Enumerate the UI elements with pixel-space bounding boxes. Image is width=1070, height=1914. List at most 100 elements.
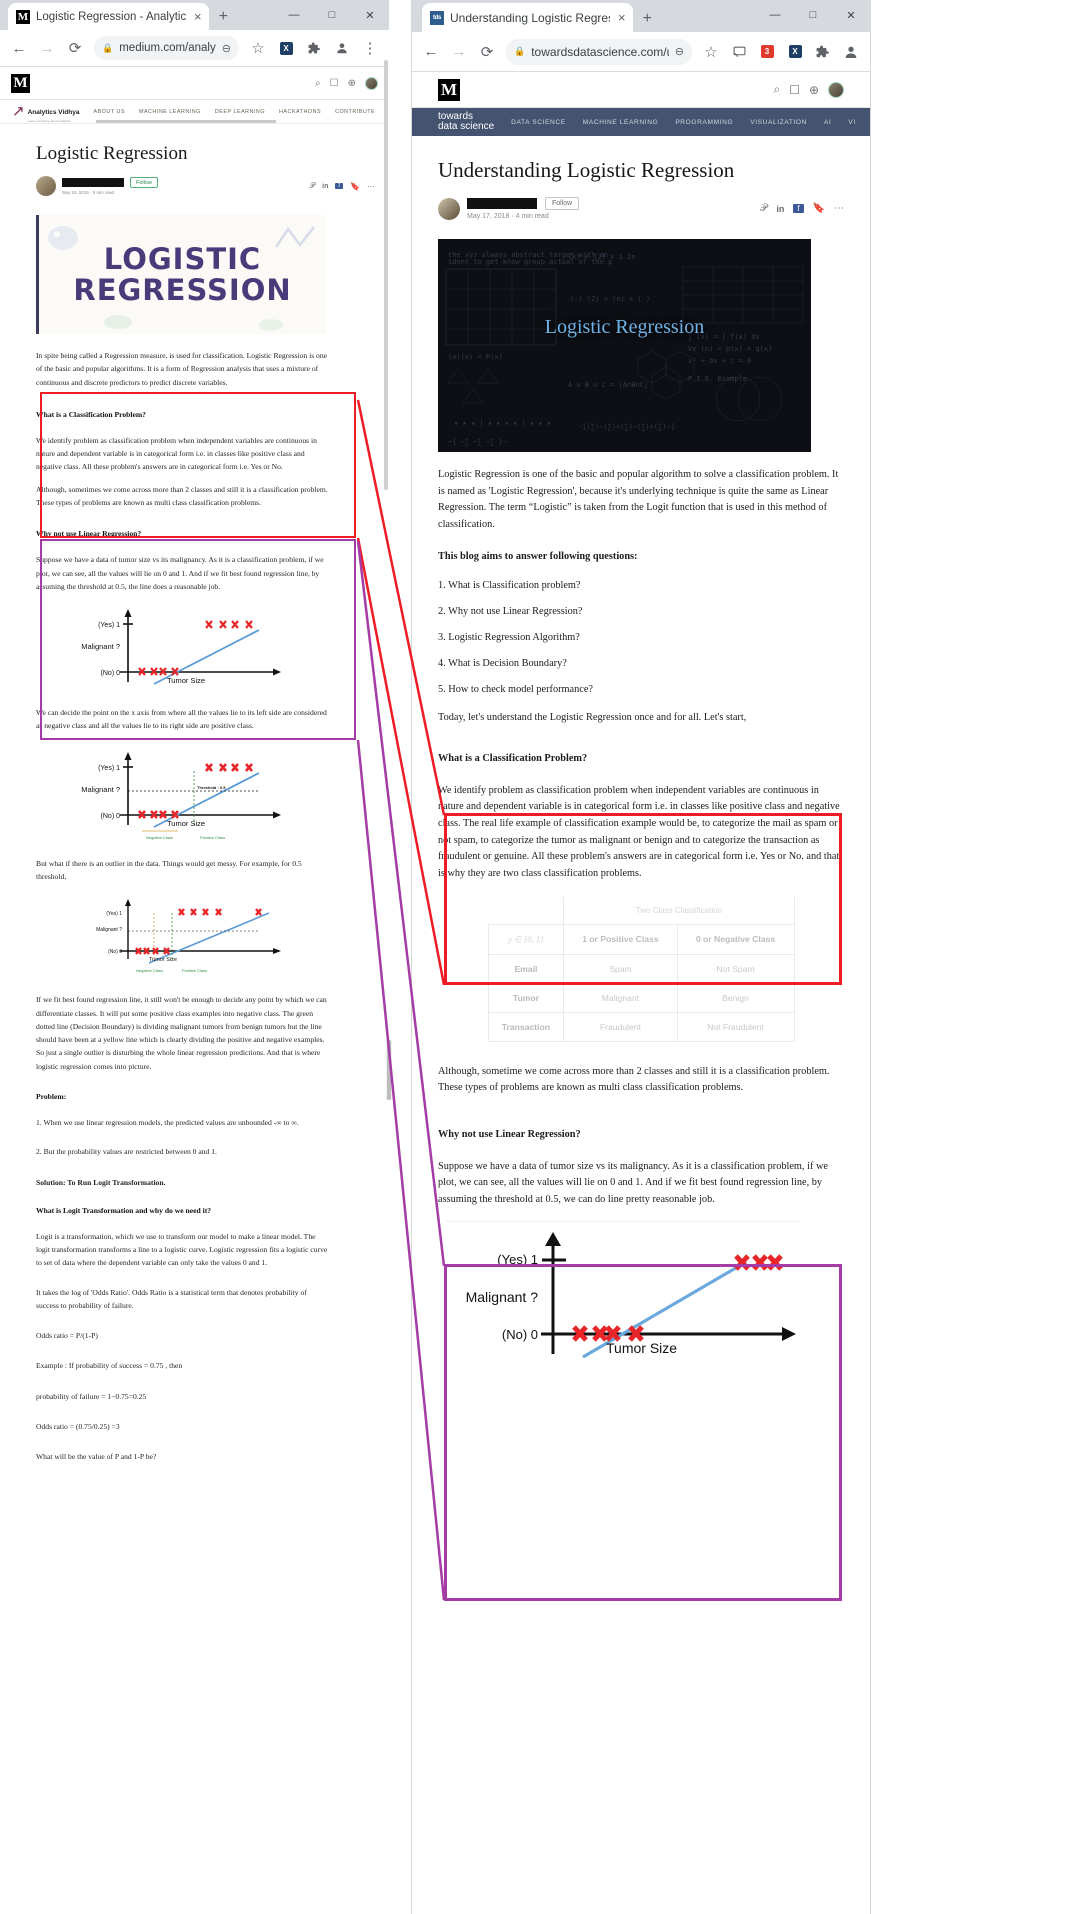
user-avatar[interactable] [365, 76, 378, 90]
extension-x-icon[interactable]: X [782, 39, 808, 65]
back-icon[interactable]: ← [418, 39, 444, 65]
tdsnav-item-3[interactable]: VISUALIZATION [750, 119, 807, 126]
bookmark-icon[interactable]: 🔖 [350, 182, 360, 191]
extensions-puzzle-icon[interactable] [301, 35, 327, 61]
right-article-meta: May 17, 2018 · 4 min read [467, 213, 549, 220]
left-tab-title: Logistic Regression - Analytics Vi [36, 10, 186, 23]
reload-icon[interactable]: ⟳ [62, 35, 88, 61]
bookmarks-icon[interactable]: ☐ [789, 83, 800, 97]
svg-text:(-) (2) = (n) + ( ): (-) (2) = (n) + ( ) [570, 295, 650, 303]
right-red-highlight-box [444, 813, 842, 985]
search-icon[interactable]: ⌕ [773, 82, 780, 97]
bookmark-star-icon[interactable]: ☆ [245, 35, 271, 61]
table-row2-label: Transaction [487, 1011, 565, 1042]
forward-icon[interactable]: → [446, 39, 472, 65]
right-browser-tab[interactable]: tds Understanding Logistic Regressio × [422, 3, 633, 32]
bookmark-star-icon[interactable]: ☆ [698, 39, 724, 65]
table-row1-label: Tumor [487, 982, 565, 1013]
left-window-scrollbar[interactable] [386, 1040, 392, 1100]
tdsnav-item-5[interactable]: VI [848, 119, 855, 126]
extensions-puzzle-icon[interactable] [810, 39, 836, 65]
right-address-bar[interactable]: 🔒 towardsdatascience.com/u... ⊖ [506, 38, 692, 65]
zoom-out-icon[interactable]: ⊖ [675, 45, 684, 58]
right-question-2: 3. Logistic Regression Algorithm? [438, 632, 580, 644]
right-close-button[interactable]: ✕ [832, 0, 870, 30]
tdsnav-item-4[interactable]: AI [824, 119, 831, 126]
left-chart1-ymid: Malignant ? [81, 642, 120, 651]
left-new-tab-button[interactable]: + [219, 8, 228, 26]
tds-brand-logo[interactable]: towards data science [438, 111, 494, 133]
svg-text:★ ★ ★ | ★ ★ ★ ★ | ★ ★ ★: ★ ★ ★ | ★ ★ ★ ★ | ★ ★ ★ [454, 419, 552, 427]
right-browser-window: tds Understanding Logistic Regressio × +… [412, 0, 870, 1914]
tdsnav-item-2[interactable]: PROGRAMMING [675, 119, 733, 126]
follow-button[interactable]: Follow [545, 197, 580, 210]
left-address-bar[interactable]: 🔒 medium.com/analytic... ⊖ [94, 36, 239, 60]
right-tab-close-icon[interactable]: × [616, 11, 626, 24]
tds-favicon-icon: tds [430, 10, 444, 25]
right-tab-strip: tds Understanding Logistic Regressio × +… [412, 0, 870, 32]
left-odds-1: Odds ratio = P/(1-P) [36, 1331, 98, 1341]
bookmark-icon[interactable]: 🔖 [813, 203, 825, 214]
left-tab-strip: M Logistic Regression - Analytics Vi × +… [0, 0, 389, 30]
svg-text:Tumor Size: Tumor Size [167, 819, 205, 828]
ext-x-badge: X [279, 41, 293, 55]
linkedin-icon[interactable]: in [322, 183, 328, 190]
left-page-title: Logistic Regression [36, 143, 188, 164]
author-avatar[interactable] [36, 176, 56, 196]
author-avatar[interactable] [438, 197, 460, 220]
facebook-icon[interactable]: f [335, 183, 344, 189]
svg-text:Malignant ?: Malignant ? [96, 927, 122, 933]
left-tab-close-icon[interactable]: × [192, 10, 202, 23]
right-new-tab-button[interactable]: + [643, 10, 652, 28]
notifications-icon[interactable]: ⊕ [348, 78, 356, 89]
tdsnav-item-1[interactable]: MACHINE LEARNING [583, 119, 659, 126]
tdsnav-item-0[interactable]: DATA SCIENCE [511, 119, 566, 126]
profile-avatar-icon[interactable] [329, 35, 355, 61]
left-minimize-button[interactable]: — [275, 0, 313, 30]
left-browser-tab[interactable]: M Logistic Regression - Analytics Vi × [8, 3, 209, 30]
twitter-icon[interactable]: 𝒫 [760, 203, 767, 214]
chrome-menu-icon[interactable]: ⋮ [357, 35, 383, 61]
pubnav-scrollbar[interactable] [96, 120, 276, 123]
zoom-out-icon[interactable]: ⊖ [222, 42, 231, 55]
left-chart-1: (Yes) 1 Malignant ? (No) 0 Tumor Size [54, 606, 284, 693]
search-icon[interactable]: ⌕ [315, 78, 321, 89]
more-options-icon[interactable]: ⋯ [367, 182, 375, 191]
pubnav-item-3[interactable]: HACKATHONS [279, 109, 321, 115]
right-maximize-button[interactable]: □ [794, 0, 832, 30]
svg-text:(No) 0: (No) 0 [101, 813, 121, 820]
medium-logo-icon[interactable]: M [11, 73, 30, 93]
back-icon[interactable]: ← [6, 35, 32, 61]
bookmarks-icon[interactable]: ☐ [330, 78, 339, 89]
user-avatar[interactable] [828, 81, 844, 98]
twitter-icon[interactable]: 𝒫 [309, 181, 315, 191]
facebook-icon[interactable]: f [793, 204, 804, 213]
left-maximize-button[interactable]: □ [313, 0, 351, 30]
pubnav-item-1[interactable]: MACHINE LEARNING [139, 109, 201, 115]
left-article: Logistic Regression Follow Sep 10, 2019 … [0, 143, 389, 1464]
extension-x-icon[interactable]: X [273, 35, 299, 61]
notifications-icon[interactable]: ⊕ [809, 83, 819, 97]
more-options-icon[interactable]: ⋯ [834, 203, 844, 214]
analytics-vidhya-logo[interactable]: ↗ Analytics Vidhya Learn everything abou… [12, 101, 79, 123]
extension-badge-icon[interactable]: 3 [754, 39, 780, 65]
pubnav-item-4[interactable]: CONTRIBUTE [335, 109, 375, 115]
profile-avatar-icon[interactable] [838, 39, 864, 65]
linkedin-icon[interactable]: in [776, 204, 784, 214]
right-tab-title: Understanding Logistic Regressio [450, 10, 610, 25]
cast-icon[interactable] [726, 39, 752, 65]
reload-icon[interactable]: ⟳ [474, 39, 500, 65]
pubnav-item-2[interactable]: DEEP LEARNING [215, 109, 265, 115]
svg-text:Negative Class: Negative Class [136, 968, 163, 973]
right-minimize-button[interactable]: — [756, 0, 794, 30]
forward-icon[interactable]: → [34, 35, 60, 61]
left-close-button[interactable]: ✕ [351, 0, 389, 30]
table-row1-positive: Malignant [563, 982, 678, 1013]
svg-text:P.I.E. Example: P.I.E. Example [688, 375, 747, 383]
medium-logo-icon[interactable]: M [438, 78, 460, 101]
pubnav-item-0[interactable]: ABOUT US [93, 109, 124, 115]
follow-button[interactable]: Follow [130, 177, 158, 188]
table-row: Tumor Malignant Benign [487, 982, 795, 1013]
svg-text:Malignant ?: Malignant ? [81, 785, 120, 794]
left-scrollbar-thumb[interactable] [384, 60, 388, 490]
